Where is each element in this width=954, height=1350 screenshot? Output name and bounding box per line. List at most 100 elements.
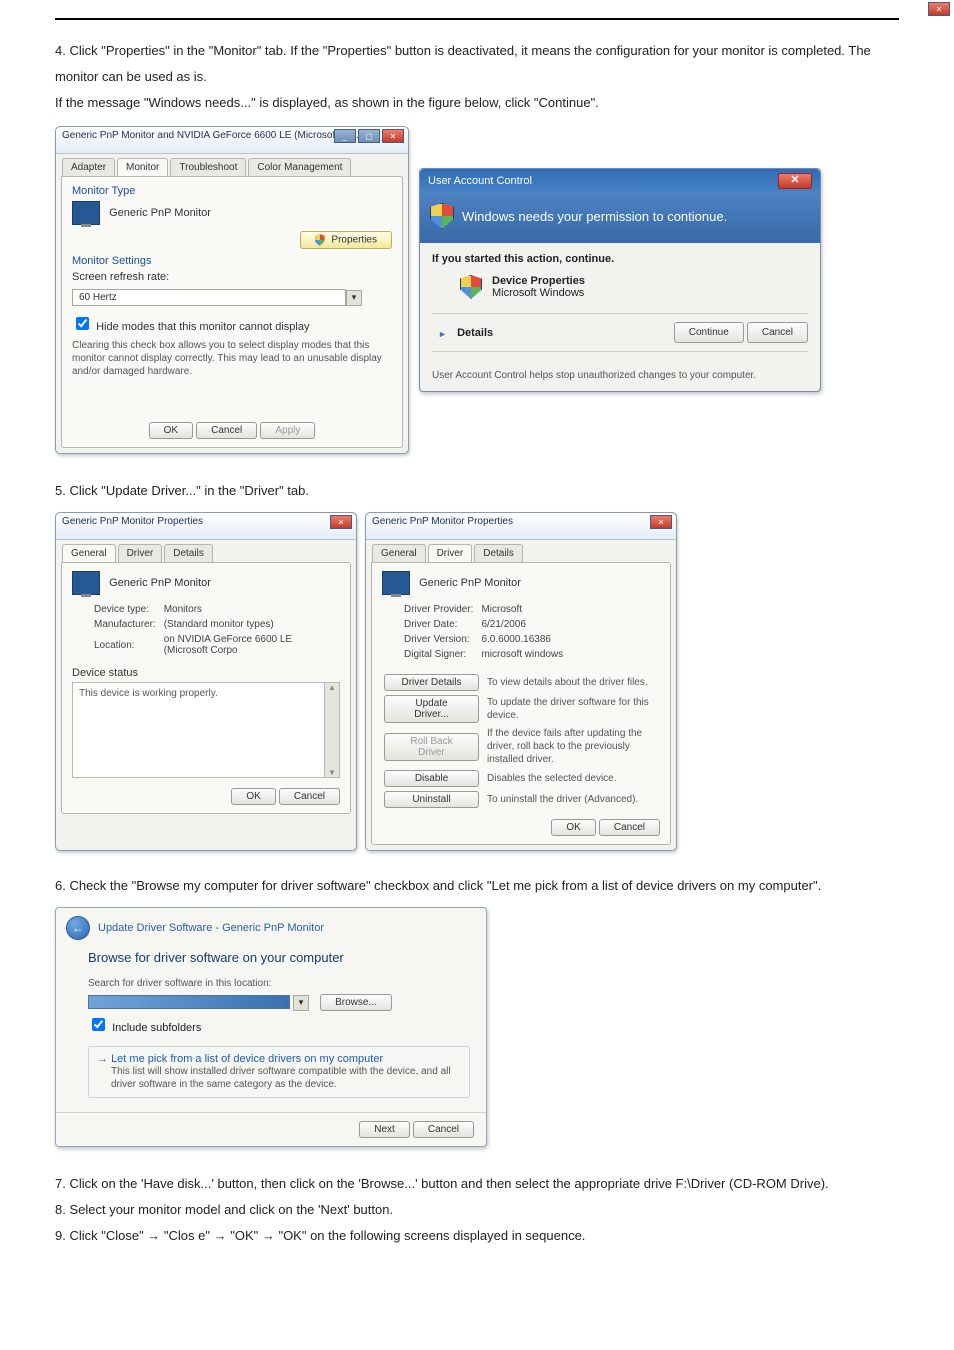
- next-button[interactable]: Next: [359, 1121, 410, 1138]
- shield-icon: [315, 234, 325, 246]
- close-icon[interactable]: ✕: [650, 515, 672, 529]
- tab-color-management[interactable]: Color Management: [248, 158, 351, 176]
- driver-provider-value: Microsoft: [481, 603, 569, 616]
- shield-icon: [430, 203, 454, 229]
- tab-details[interactable]: Details: [474, 544, 523, 562]
- step6-text: 6. Check the "Browse my computer for dri…: [55, 873, 899, 899]
- apply-button[interactable]: Apply: [260, 422, 315, 439]
- uac-publisher: Microsoft Windows: [492, 287, 585, 299]
- step8-text: 8. Select your monitor model and click o…: [55, 1197, 899, 1223]
- cancel-button[interactable]: Cancel: [599, 819, 660, 836]
- tab-adapter[interactable]: Adapter: [62, 158, 115, 176]
- location-label: Location:: [94, 633, 162, 657]
- device-heading: Generic PnP Monitor: [109, 577, 211, 589]
- rollback-driver-desc: If the device fails after updating the d…: [487, 726, 658, 767]
- update-driver-desc: To update the driver software for this d…: [487, 694, 658, 724]
- driver-version-value: 6.0.6000.16386: [481, 633, 569, 646]
- cancel-button[interactable]: Cancel: [196, 422, 257, 439]
- close-icon[interactable]: ✕: [330, 515, 352, 529]
- device-status-label: Device status: [72, 667, 340, 679]
- uac-band-text: Windows needs your permission to contion…: [462, 209, 727, 224]
- uac-dialog: User Account Control ✕ Windows needs you…: [419, 168, 821, 392]
- close-icon[interactable]: ✕: [382, 129, 404, 143]
- tab-general[interactable]: General: [62, 544, 116, 562]
- refresh-rate-select[interactable]: 60 Hertz: [72, 289, 346, 306]
- close-icon[interactable]: ✕: [778, 173, 812, 189]
- include-subfolders-label: Include subfolders: [112, 1022, 201, 1034]
- driver-provider-label: Driver Provider:: [404, 603, 479, 616]
- disable-desc: Disables the selected device.: [487, 769, 658, 788]
- update-driver-wizard: ✕ ← Update Driver Software - Generic PnP…: [55, 907, 487, 1147]
- driver-date-label: Driver Date:: [404, 618, 479, 631]
- monitor-icon: [72, 571, 100, 595]
- wizard-heading: Browse for driver software on your compu…: [88, 950, 470, 965]
- ok-button[interactable]: OK: [231, 788, 275, 805]
- close-icon[interactable]: ✕: [928, 2, 950, 16]
- continue-button[interactable]: Continue: [674, 322, 744, 343]
- tab-troubleshoot[interactable]: Troubleshoot: [170, 158, 246, 176]
- window-controls: _ ▢ ✕: [334, 129, 404, 143]
- dialog-title: Generic PnP Monitor Properties: [56, 513, 356, 540]
- step5-text: 5. Click "Update Driver..." in the "Driv…: [55, 478, 899, 504]
- rollback-driver-button: Roll Back Driver: [384, 733, 479, 761]
- let-me-pick-desc: This list will show installed driver sof…: [111, 1065, 461, 1091]
- uac-title: User Account Control: [428, 175, 532, 187]
- step4-line1: 4. Click "Properties" in the "Monitor" t…: [55, 38, 899, 90]
- monitor-type-group: Monitor Type: [72, 185, 392, 197]
- device-type-value: Monitors: [164, 603, 338, 616]
- ok-button[interactable]: OK: [551, 819, 595, 836]
- disable-button[interactable]: Disable: [384, 770, 479, 787]
- let-me-pick-option[interactable]: → Let me pick from a list of device driv…: [88, 1046, 470, 1098]
- chevron-down-icon[interactable]: ▾: [293, 995, 309, 1011]
- properties-general-dialog: Generic PnP Monitor Properties ✕ General…: [55, 512, 357, 851]
- include-subfolders-checkbox[interactable]: [92, 1018, 105, 1031]
- uninstall-button[interactable]: Uninstall: [384, 791, 479, 808]
- monitor-icon: [72, 201, 100, 225]
- uac-device-properties: Device Properties: [492, 275, 585, 287]
- scroll-up-icon[interactable]: ▲: [328, 683, 336, 692]
- step4-line2: If the message "Windows needs..." is dis…: [55, 90, 899, 116]
- uac-footer-text: User Account Control helps stop unauthor…: [420, 362, 820, 391]
- let-me-pick-title: Let me pick from a list of device driver…: [111, 1053, 383, 1065]
- tab-driver[interactable]: Driver: [118, 544, 163, 562]
- properties-button[interactable]: Properties: [300, 231, 392, 249]
- tab-general[interactable]: General: [372, 544, 426, 562]
- chevron-down-icon[interactable]: ▾: [346, 290, 362, 306]
- device-type-label: Device type:: [94, 603, 162, 616]
- uac-heading: If you started this action, continue.: [432, 253, 808, 265]
- minimize-icon[interactable]: _: [334, 129, 356, 143]
- chevron-down-icon[interactable]: [436, 327, 448, 339]
- digital-signer-value: microsoft windows: [481, 648, 569, 661]
- update-driver-button[interactable]: Update Driver...: [384, 695, 479, 723]
- monitor-icon: [382, 571, 410, 595]
- search-location-label: Search for driver software in this locat…: [88, 977, 470, 990]
- back-button[interactable]: ←: [66, 916, 90, 940]
- driver-version-label: Driver Version:: [404, 633, 479, 646]
- wizard-title: Update Driver Software - Generic PnP Mon…: [98, 922, 324, 934]
- step9-text: 9. Click "Close" → "Clos e" → "OK" → "OK…: [55, 1223, 899, 1249]
- digital-signer-label: Digital Signer:: [404, 648, 479, 661]
- tab-monitor[interactable]: Monitor: [117, 158, 168, 176]
- scroll-down-icon[interactable]: ▼: [328, 768, 336, 777]
- tab-driver[interactable]: Driver: [428, 544, 473, 562]
- monitor-settings-group: Monitor Settings: [72, 255, 392, 267]
- device-status-text: This device is working properly.: [79, 688, 218, 699]
- cancel-button[interactable]: Cancel: [413, 1121, 474, 1138]
- uac-details-toggle[interactable]: Details: [457, 327, 493, 339]
- ok-button[interactable]: OK: [149, 422, 193, 439]
- maximize-icon[interactable]: ▢: [358, 129, 380, 143]
- cancel-button[interactable]: Cancel: [747, 322, 808, 343]
- refresh-rate-label: Screen refresh rate:: [72, 271, 392, 283]
- manufacturer-label: Manufacturer:: [94, 618, 162, 631]
- driver-details-button[interactable]: Driver Details: [384, 674, 479, 691]
- cancel-button[interactable]: Cancel: [279, 788, 340, 805]
- tab-details[interactable]: Details: [164, 544, 213, 562]
- properties-button-label: Properties: [331, 235, 377, 246]
- driver-details-desc: To view details about the driver files.: [487, 673, 658, 692]
- device-heading: Generic PnP Monitor: [419, 577, 521, 589]
- monitor-dialog: Generic PnP Monitor and NVIDIA GeForce 6…: [55, 126, 409, 454]
- browse-button[interactable]: Browse...: [320, 994, 392, 1011]
- uninstall-desc: To uninstall the driver (Advanced).: [487, 790, 658, 809]
- hide-modes-checkbox[interactable]: [76, 317, 89, 330]
- location-input[interactable]: [88, 995, 290, 1009]
